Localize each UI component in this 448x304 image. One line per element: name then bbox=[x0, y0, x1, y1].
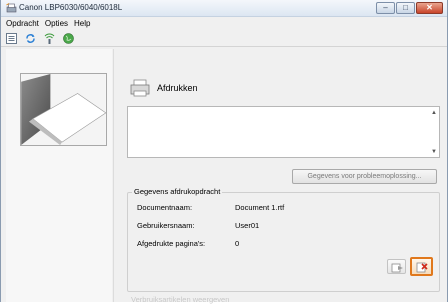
scroll-down-icon[interactable]: ▼ bbox=[431, 149, 437, 155]
maximize-icon: □ bbox=[403, 3, 408, 12]
title-bar[interactable]: Canon LBP6030/6040/6018L – □ ✕ bbox=[1, 0, 447, 17]
status-message-box[interactable]: ▲ ▼ bbox=[127, 106, 440, 158]
globe-icon[interactable] bbox=[62, 32, 75, 45]
show-consumables-link[interactable]: Verbruiksartikelen weergeven bbox=[131, 295, 229, 304]
window-title: Canon LBP6030/6040/6018L bbox=[19, 3, 123, 12]
toolbar bbox=[1, 31, 447, 47]
user-name-label: Gebruikersnaam: bbox=[137, 221, 195, 230]
close-icon: ✕ bbox=[426, 3, 433, 12]
user-name-value: User01 bbox=[235, 221, 260, 230]
caption-buttons: – □ ✕ bbox=[375, 2, 443, 14]
menu-opdracht[interactable]: Opdracht bbox=[4, 17, 43, 30]
document-name-label: Documentnaam: bbox=[137, 203, 193, 212]
cancel-job-button[interactable] bbox=[410, 257, 433, 276]
refresh-icon[interactable] bbox=[24, 32, 37, 45]
status-image-panel bbox=[6, 49, 112, 302]
pause-document-icon bbox=[391, 263, 403, 273]
printer-list-icon[interactable] bbox=[5, 32, 18, 45]
document-name-value: Document 1.rtf bbox=[235, 203, 285, 212]
printer-icon bbox=[130, 79, 150, 97]
minimize-button[interactable]: – bbox=[376, 2, 395, 14]
maximize-button[interactable]: □ bbox=[396, 2, 415, 14]
app-icon bbox=[6, 3, 17, 13]
status-label: Afdrukken bbox=[157, 83, 198, 93]
printed-pages-label: Afgedrukte pagina's: bbox=[137, 239, 206, 248]
scroll-up-icon[interactable]: ▲ bbox=[431, 110, 437, 116]
pause-job-button[interactable] bbox=[387, 259, 406, 274]
menu-help[interactable]: Help bbox=[72, 17, 94, 30]
cancel-document-icon bbox=[416, 262, 428, 273]
job-info-title: Gegevens afdrukopdracht bbox=[132, 187, 223, 196]
close-button[interactable]: ✕ bbox=[416, 2, 443, 14]
network-icon[interactable] bbox=[43, 32, 56, 45]
menu-bar: Opdracht Opties Help bbox=[1, 17, 447, 30]
troubleshooting-info-button[interactable]: Gegevens voor probleemoplossing... bbox=[292, 169, 437, 184]
printer-status-window: Canon LBP6030/6040/6018L – □ ✕ Opdracht … bbox=[0, 0, 448, 304]
menu-opties[interactable]: Opties bbox=[43, 17, 72, 30]
printer-status-illustration bbox=[20, 73, 107, 146]
job-info-group: Gegevens afdrukopdracht Documentnaam: Do… bbox=[127, 187, 440, 292]
minimize-icon: – bbox=[383, 3, 388, 12]
status-panel: Afdrukken ▲ ▼ Gegevens voor probleemoplo… bbox=[113, 49, 445, 304]
printed-pages-value: 0 bbox=[235, 239, 240, 248]
